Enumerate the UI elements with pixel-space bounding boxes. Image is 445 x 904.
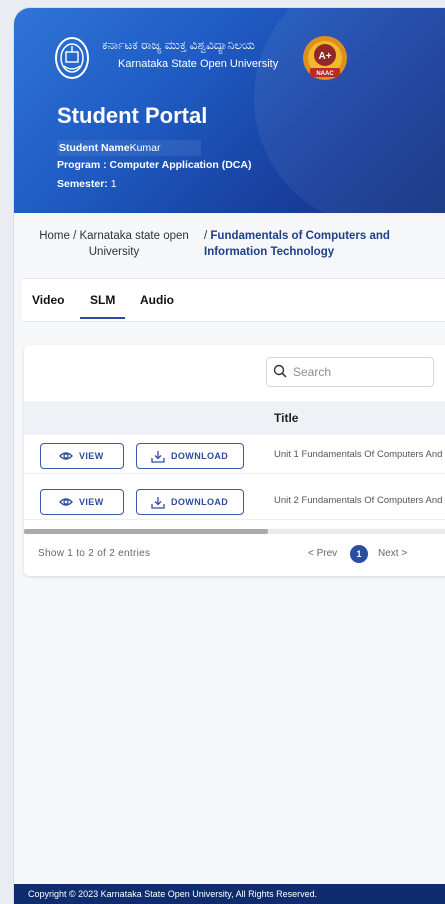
search-icon	[273, 364, 287, 378]
download-button-label: DOWNLOAD	[171, 451, 229, 461]
university-name-kannada: ಕರ್ನಾಟಕ ರಾಜ್ಯ ಮುಕ್ತ ವಿಶ್ವವಿದ್ಯಾನಿಲಯ	[102, 38, 255, 52]
search-input[interactable]	[291, 364, 425, 380]
row-title: Unit 2 Fundamentals Of Computers And	[274, 495, 443, 506]
app-frame: ಕರ್ನಾಟಕ ರಾಜ್ಯ ಮುಕ್ತ ವಿಶ್ವವಿದ್ಯಾನಿಲಯ Karn…	[14, 8, 445, 904]
view-button-label: VIEW	[79, 451, 104, 461]
horizontal-scrollbar[interactable]	[24, 529, 445, 534]
student-name-line: Student NameKumar	[57, 140, 201, 156]
search-box	[266, 357, 434, 387]
university-emblem-icon	[55, 37, 89, 79]
breadcrumb-home[interactable]: Home / Karnataka state open University	[34, 228, 194, 260]
university-name-english: Karnataka State Open University	[118, 58, 279, 70]
entries-info: Show 1 to 2 of 2 entries	[38, 548, 151, 559]
content-tabs: Video SLM Audio	[22, 278, 445, 322]
footer: Copyright © 2023 Karnataka State Open Un…	[14, 884, 445, 904]
tab-audio[interactable]: Audio	[140, 293, 174, 307]
program-value: Computer Application (DCA)	[109, 159, 252, 171]
breadcrumb-current: / Fundamentals of Computers and Informat…	[204, 228, 414, 260]
semester-label: Semester:	[57, 178, 108, 190]
slm-table-card: Title VIEW DOWNLOAD Unit 1 Fundamentals …	[24, 345, 445, 576]
breadcrumb-separator: /	[204, 230, 208, 242]
copyright-text: Copyright © 2023 Karnataka State Open Un…	[28, 889, 318, 899]
naac-badge-icon: A+ NAAC	[303, 36, 347, 80]
table-row: VIEW DOWNLOAD Unit 2 Fundamentals Of Com…	[24, 483, 445, 520]
download-button-label: DOWNLOAD	[171, 497, 229, 507]
row-title: Unit 1 Fundamentals Of Computers And	[274, 449, 443, 460]
tab-video[interactable]: Video	[32, 293, 64, 307]
column-title: Title	[274, 411, 299, 425]
download-button[interactable]: DOWNLOAD	[136, 489, 244, 515]
view-button[interactable]: VIEW	[40, 443, 124, 469]
view-button-label: VIEW	[79, 497, 104, 507]
semester-line: Semester: 1	[57, 178, 117, 190]
naac-label: NAAC	[316, 71, 334, 77]
student-name-value: Kumar	[129, 142, 161, 154]
download-button[interactable]: DOWNLOAD	[136, 443, 244, 469]
eye-icon	[59, 498, 73, 506]
prev-page-button[interactable]: < Prev	[308, 548, 337, 559]
tab-slm[interactable]: SLM	[79, 293, 126, 319]
next-page-button[interactable]: Next >	[378, 548, 407, 559]
naac-grade: A+	[318, 51, 331, 62]
breadcrumb-current-label: Fundamentals of Computers and Informatio…	[204, 230, 390, 258]
portal-header: ಕರ್ನಾಟಕ ರಾಜ್ಯ ಮುಕ್ತ ವಿಶ್ವವಿದ್ಯಾನಿಲಯ Karn…	[14, 8, 445, 213]
download-icon	[151, 497, 165, 509]
program-line: Program : Computer Application (DCA)	[57, 159, 251, 171]
student-name-label: Student Name	[59, 142, 130, 154]
table-header: Title	[24, 401, 445, 435]
page-number-button[interactable]: 1	[350, 545, 368, 563]
semester-value: 1	[110, 178, 117, 190]
download-icon	[151, 451, 165, 463]
program-label: Program :	[57, 159, 110, 171]
eye-icon	[59, 452, 73, 460]
table-row: VIEW DOWNLOAD Unit 1 Fundamentals Of Com…	[24, 437, 445, 474]
scrollbar-thumb[interactable]	[24, 529, 268, 534]
page-title: Student Portal	[57, 103, 208, 128]
view-button[interactable]: VIEW	[40, 489, 124, 515]
